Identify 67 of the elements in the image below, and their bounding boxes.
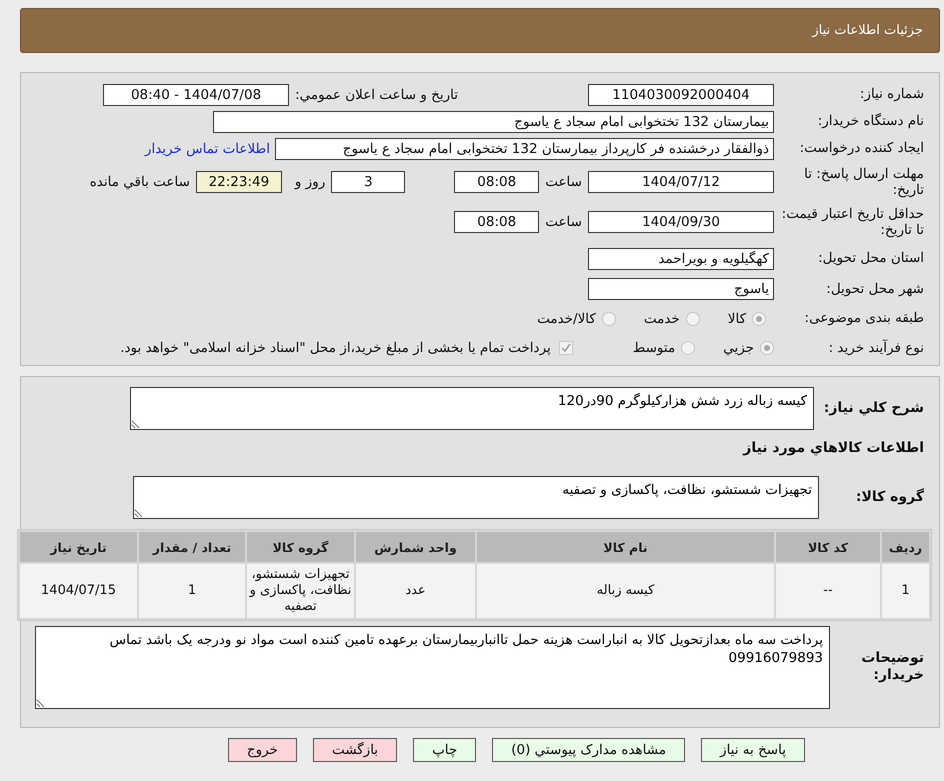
treasury-note: پرداخت تمام یا بخشی از مبلغ خرید،از محل "اسناد خزانه اسلامی" خواهد بود.	[120, 340, 551, 356]
checkbox[interactable]	[558, 341, 573, 355]
table-cell: 1	[882, 564, 929, 618]
table-cell: تجهیزات شستشو، نظافت، پاکسازی و تصفیه	[247, 564, 354, 618]
table-cell: 1404/07/15	[20, 564, 137, 618]
page-title: جزئیات اطلاعات نیاز	[812, 23, 923, 38]
radio-label: کالا	[728, 310, 746, 326]
radio-button[interactable]	[602, 312, 616, 326]
field-label: ایجاد کننده درخواست:	[798, 140, 924, 157]
field-label: گروه کالا:	[854, 488, 924, 506]
field-label: ساعت	[545, 214, 582, 230]
field-label: روز و	[294, 174, 326, 190]
field-label: شهر محل تحویل:	[825, 280, 924, 298]
action-button[interactable]: پاسخ به نیاز	[701, 738, 805, 762]
column-header: واحد شمارش	[356, 532, 475, 562]
field-label: ساعت	[545, 174, 582, 190]
city-field: یاسوج	[588, 278, 774, 300]
field-label: تاریخ و ساعت اعلان عمومي:	[295, 86, 458, 102]
radio-label: کالا/خدمت	[537, 310, 596, 326]
field-label: شماره نیاز:	[858, 86, 924, 103]
column-header: ردیف	[882, 532, 929, 562]
date-field: 1404/09/30	[588, 211, 774, 233]
time-field: 08:08	[454, 171, 540, 193]
action-button[interactable]: بازگشت	[312, 738, 398, 762]
field-label: توضیحات خریدار:	[860, 650, 924, 684]
field-label: استان محل تحویل:	[817, 250, 924, 267]
goods-group-field[interactable]: تجهیزات شستشو، نظافت، پاکسازی و تصفیه	[133, 476, 819, 518]
radio-button[interactable]	[686, 312, 700, 326]
column-header: نام کالا	[477, 532, 774, 562]
table-cell: کیسه زباله	[477, 564, 774, 618]
province-field: کهگیلویه و بویراحمد	[588, 248, 774, 270]
table-cell: 1	[139, 564, 245, 618]
radio-button[interactable]	[681, 341, 696, 355]
date-field: 1404/07/12	[588, 171, 774, 193]
radio-label: خدمت	[644, 310, 680, 326]
radio-button[interactable]	[752, 312, 766, 326]
field-label: نام دستگاه خریدار:	[816, 113, 924, 130]
radio-button[interactable]	[760, 341, 774, 355]
column-header: گروه کالا	[247, 532, 354, 562]
field-label: نوع فرآیند خرید :	[828, 340, 924, 356]
creator-field: ذوالفقار درخشنده فر کارپرداز بیمارستان 132 تختخوابی امام سجاد ع یاسوج	[275, 138, 774, 160]
column-header: تاریخ نیاز	[20, 532, 137, 562]
buyer-contact-link[interactable]: اطلاعات تماس خریدار	[144, 140, 270, 156]
column-header: تعداد / مقدار	[139, 532, 245, 562]
check-icon	[560, 343, 571, 353]
need-number-field: 1104030092000404	[588, 84, 774, 106]
radio-label: جزيي	[723, 340, 754, 356]
remaining-time-field: 22:23:49	[196, 171, 282, 193]
table-cell: عدد	[356, 564, 475, 618]
action-button[interactable]: چاپ	[413, 738, 476, 762]
time-field: 08:08	[454, 211, 540, 233]
field-label: مهلت ارسال پاسخ: تا تاریخ:	[803, 166, 924, 198]
description-field[interactable]: کیسه زباله زرد شش هزارکیلوگرم 90در120	[130, 386, 814, 430]
radio-label: متوسط	[632, 340, 676, 356]
notes-field[interactable]: پرداخت سه ماه بعدازتحویل کالا به انباراست هزینه حمل تاانباربیمارستان برعهده تامین کننده است مواد نو ودرجه یک باشد تماس 09916079893	[35, 626, 830, 708]
field-label: شرح کلي نياز:	[822, 400, 924, 416]
section-title: اطلاعات کالاهاي مورد نياز	[742, 440, 924, 456]
days-field: 3	[331, 171, 406, 193]
field-label: حداقل تاریخ اعتبار قیمت: تا تاریخ:	[780, 206, 924, 238]
column-header: کد کالا	[776, 532, 880, 562]
announce-date-field: 1404/07/08 - 08:40	[103, 84, 290, 106]
action-button[interactable]: مشاهده مدارک پیوستي (0)	[492, 738, 686, 762]
field-label: ساعت باقي مانده	[90, 174, 190, 190]
field-label: طبقه بندی موضوعی:	[804, 310, 924, 327]
buyer-field: بیمارستان 132 تختخوابی امام سجاد ع یاسوج	[213, 110, 774, 132]
action-button[interactable]: خروج	[228, 738, 297, 762]
table-cell: --	[776, 564, 880, 618]
